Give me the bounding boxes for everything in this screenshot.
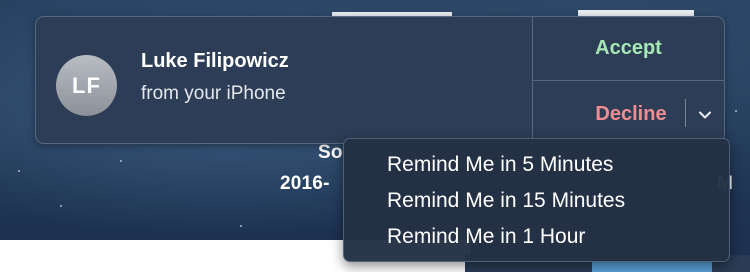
background-partial-text: So — [318, 142, 343, 163]
background-star — [60, 205, 62, 207]
caller-source: from your iPhone — [141, 83, 286, 104]
accept-button[interactable]: Accept — [533, 17, 724, 80]
incoming-call-notification: LF Luke Filipowicz from your iPhone Acce… — [35, 16, 725, 144]
background-button — [592, 262, 712, 272]
split-divider — [685, 99, 686, 127]
background-star — [735, 110, 737, 112]
avatar-initials: LF — [72, 72, 101, 98]
menu-item-remind-15-min[interactable]: Remind Me in 15 Minutes — [344, 183, 729, 219]
decline-button[interactable]: Decline — [576, 97, 686, 131]
caller-name: Luke Filipowicz — [141, 50, 289, 72]
background-star — [120, 160, 122, 162]
options-button[interactable] — [692, 101, 718, 129]
avatar: LF — [56, 55, 117, 116]
menu-item-remind-5-min[interactable]: Remind Me in 5 Minutes — [344, 147, 729, 183]
background-partial-text: 2016- — [280, 173, 330, 194]
background-star — [240, 225, 242, 227]
background-star — [18, 170, 20, 172]
action-divider — [533, 80, 724, 81]
menu-item-remind-1-hour[interactable]: Remind Me in 1 Hour — [344, 219, 729, 255]
chevron-down-icon — [699, 111, 711, 119]
remind-me-menu: Remind Me in 5 Minutes Remind Me in 15 M… — [343, 138, 730, 262]
